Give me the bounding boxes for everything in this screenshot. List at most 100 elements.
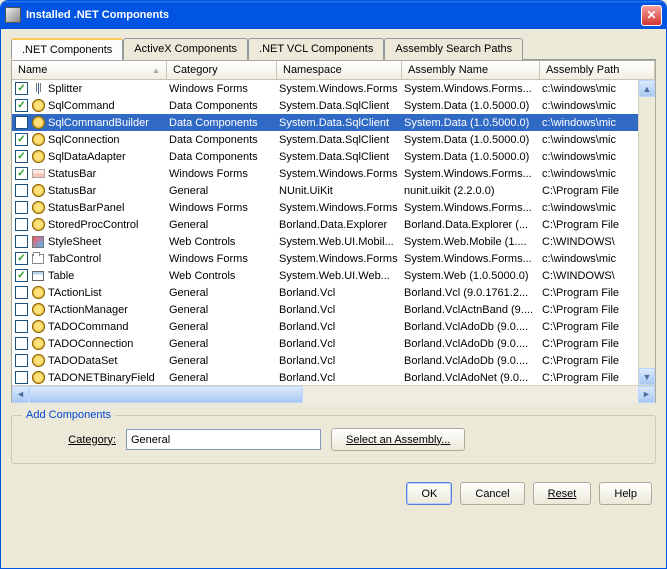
table-row[interactable]: TADONETBinaryFieldGeneralBorland.VclBorl… <box>12 369 638 385</box>
ok-button[interactable]: OK <box>406 482 452 505</box>
row-checkbox[interactable]: ✓ <box>15 167 28 180</box>
row-checkbox[interactable] <box>15 201 28 214</box>
table-row[interactable]: StatusBarPanelWindows FormsSystem.Window… <box>12 199 638 216</box>
row-checkbox[interactable] <box>15 184 28 197</box>
table-row[interactable]: StyleSheetWeb ControlsSystem.Web.UI.Mobi… <box>12 233 638 250</box>
row-checkbox[interactable] <box>15 286 28 299</box>
tab-activex[interactable]: ActiveX Components <box>123 38 248 60</box>
select-assembly-button[interactable]: Select an Assembly... <box>331 428 465 451</box>
table-row[interactable]: ✓SqlDataAdapterData ComponentsSystem.Dat… <box>12 148 638 165</box>
row-name: Table <box>48 270 74 282</box>
row-assembly: System.Windows.Forms... <box>402 252 540 266</box>
table-row[interactable]: ✓SqlConnectionData ComponentsSystem.Data… <box>12 131 638 148</box>
row-checkbox[interactable]: ✓ <box>15 150 28 163</box>
col-path[interactable]: Assembly Path <box>540 61 655 79</box>
table-row[interactable]: TActionListGeneralBorland.VclBorland.Vcl… <box>12 284 638 301</box>
row-name: TADOConnection <box>48 338 133 350</box>
table-row[interactable]: TADOConnectionGeneralBorland.VclBorland.… <box>12 335 638 352</box>
category-input[interactable] <box>126 429 321 450</box>
col-namespace[interactable]: Namespace <box>277 61 402 79</box>
row-category: Web Controls <box>167 269 277 283</box>
row-checkbox[interactable] <box>15 218 28 231</box>
table-row[interactable]: TADODataSetGeneralBorland.VclBorland.Vcl… <box>12 352 638 369</box>
scroll-right-icon[interactable]: ► <box>638 386 655 403</box>
table-row[interactable]: StatusBarGeneralNUnit.UiKitnunit.uikit (… <box>12 182 638 199</box>
scroll-thumb[interactable] <box>29 386 303 403</box>
row-checkbox[interactable]: ✓ <box>15 82 28 95</box>
table-row[interactable]: TADOCommandGeneralBorland.VclBorland.Vcl… <box>12 318 638 335</box>
help-button[interactable]: Help <box>599 482 652 505</box>
col-assembly[interactable]: Assembly Name <box>402 61 540 79</box>
row-checkbox[interactable] <box>15 303 28 316</box>
gear-icon <box>30 302 46 318</box>
titlebar[interactable]: Installed .NET Components ✕ <box>1 1 666 29</box>
row-checkbox[interactable]: ✓ <box>15 269 28 282</box>
row-name: TActionList <box>48 287 102 299</box>
tab-net-components[interactable]: .NET Components <box>11 38 123 60</box>
row-namespace: System.Windows.Forms <box>277 252 402 266</box>
row-namespace: System.Data.SqlClient <box>277 99 402 113</box>
row-assembly: System.Data (1.0.5000.0) <box>402 150 540 164</box>
row-name: TADODataSet <box>48 355 118 367</box>
row-path: C:\Program File <box>540 303 638 317</box>
table-row[interactable]: SqlCommandBuilderData ComponentsSystem.D… <box>12 114 638 131</box>
row-namespace: Borland.Vcl <box>277 286 402 300</box>
row-name: SqlCommand <box>48 100 115 112</box>
group-legend: Add Components <box>22 409 115 421</box>
scroll-up-icon[interactable]: ▲ <box>639 80 655 97</box>
row-checkbox[interactable]: ✓ <box>15 252 28 265</box>
col-category[interactable]: Category <box>167 61 277 79</box>
table-row[interactable]: ✓TabControlWindows FormsSystem.Windows.F… <box>12 250 638 267</box>
table-row[interactable]: StoredProcControlGeneralBorland.Data.Exp… <box>12 216 638 233</box>
row-category: Windows Forms <box>167 82 277 96</box>
row-namespace: System.Windows.Forms <box>277 201 402 215</box>
scroll-down-icon[interactable]: ▼ <box>639 368 655 385</box>
row-category: Data Components <box>167 116 277 130</box>
table-row[interactable]: ✓TableWeb ControlsSystem.Web.UI.Web...Sy… <box>12 267 638 284</box>
gear-icon <box>30 149 46 165</box>
table-row[interactable]: ✓StatusBarWindows FormsSystem.Windows.Fo… <box>12 165 638 182</box>
table-row[interactable]: ✓SplitterWindows FormsSystem.Windows.For… <box>12 80 638 97</box>
tab-net-vcl[interactable]: .NET VCL Components <box>248 38 384 60</box>
vertical-scrollbar[interactable]: ▲ ▼ <box>638 80 655 385</box>
row-checkbox[interactable] <box>15 235 28 248</box>
row-namespace: Borland.Vcl <box>277 320 402 334</box>
row-path: C:\Program File <box>540 218 638 232</box>
row-path: c:\windows\mic <box>540 201 638 215</box>
close-button[interactable]: ✕ <box>641 5 662 26</box>
row-assembly: Borland.VclAdoDb (9.0.... <box>402 320 540 334</box>
scroll-left-icon[interactable]: ◄ <box>12 386 29 403</box>
table-row[interactable]: ✓SqlCommandData ComponentsSystem.Data.Sq… <box>12 97 638 114</box>
row-assembly: Borland.VclAdoNet (9.0... <box>402 371 540 385</box>
row-checkbox[interactable]: ✓ <box>15 133 28 146</box>
row-assembly: System.Web.Mobile (1.... <box>402 235 540 249</box>
row-category: Web Controls <box>167 235 277 249</box>
reset-button[interactable]: Reset <box>533 482 592 505</box>
table-row[interactable]: TActionManagerGeneralBorland.VclBorland.… <box>12 301 638 318</box>
row-name: StatusBar <box>48 185 96 197</box>
row-checkbox[interactable] <box>15 337 28 350</box>
col-name[interactable]: Name▲ <box>12 61 167 79</box>
tab-strip: .NET Components ActiveX Components .NET … <box>11 37 656 60</box>
cancel-button[interactable]: Cancel <box>460 482 524 505</box>
row-checkbox[interactable]: ✓ <box>15 99 28 112</box>
row-category: General <box>167 354 277 368</box>
row-namespace: Borland.Vcl <box>277 337 402 351</box>
tab-assembly-paths[interactable]: Assembly Search Paths <box>384 38 523 60</box>
table-icon <box>30 268 46 284</box>
row-category: Windows Forms <box>167 167 277 181</box>
row-assembly: System.Data (1.0.5000.0) <box>402 133 540 147</box>
horizontal-scrollbar[interactable]: ◄ ► <box>12 385 655 402</box>
app-icon <box>5 7 21 23</box>
gear-icon <box>30 370 46 386</box>
row-checkbox[interactable] <box>15 320 28 333</box>
row-checkbox[interactable] <box>15 354 28 367</box>
row-assembly: nunit.uikit (2.2.0.0) <box>402 184 540 198</box>
row-assembly: System.Windows.Forms... <box>402 82 540 96</box>
gear-icon <box>30 353 46 369</box>
row-checkbox[interactable] <box>15 371 28 384</box>
row-checkbox[interactable] <box>15 116 28 129</box>
row-assembly: System.Web (1.0.5000.0) <box>402 269 540 283</box>
row-path: c:\windows\mic <box>540 99 638 113</box>
row-path: c:\windows\mic <box>540 167 638 181</box>
